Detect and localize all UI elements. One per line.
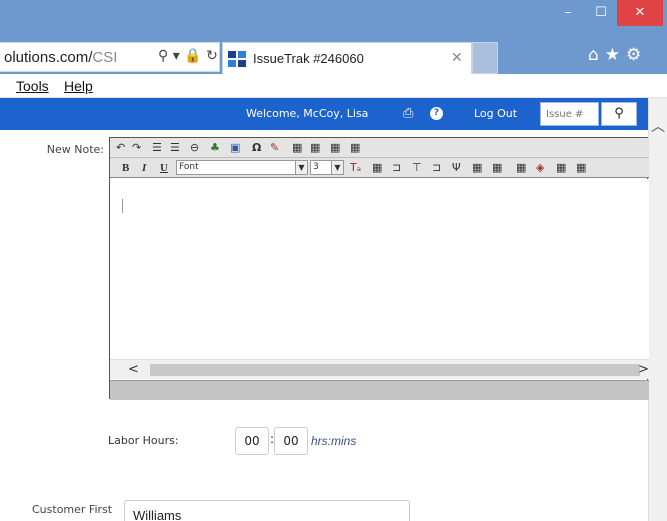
form-icon[interactable]: ▦ — [472, 161, 482, 175]
address-bar[interactable]: olutions.com/CSI ⚲ ▾ 🔒 ↻ — [0, 42, 220, 72]
text-caret — [122, 199, 123, 213]
scroll-up-icon[interactable]: ︿ — [651, 116, 665, 136]
editor-toolbar-row1: ↶ ↷ ☰ ☰ ⊖ ♣ ▣ Ω ✎ ▦ ▦ ▦ ▦ — [110, 138, 649, 158]
minimize-button[interactable]: – — [553, 0, 583, 26]
scroll-right-icon[interactable]: > — [638, 362, 649, 377]
close-window-button[interactable]: ✕ — [617, 0, 663, 26]
browser-nav-icons[interactable]: ⌂★⚙ — [588, 45, 647, 65]
anchor-icon[interactable]: ♣ — [210, 141, 220, 155]
hrs-mins-hint: hrs:mins — [311, 434, 357, 448]
editor-toolbar-row2: B I U Font ▼ 3 ▼ Tₐ ▦ ⊐ ⊤ ⊐ Ψ ▦ ▦ ▦ ◈ ▦ ▦ — [110, 158, 649, 178]
unordered-list-icon[interactable]: ☰ — [170, 141, 180, 155]
issuetrak-logo-icon — [228, 51, 246, 67]
delete-cell-icon[interactable]: Ψ — [452, 161, 461, 175]
minutes-input[interactable]: 00 — [274, 427, 308, 455]
logout-link[interactable]: Log Out — [474, 107, 517, 120]
table-grid-icon[interactable]: ▦ — [372, 161, 382, 175]
scroll-left-icon[interactable]: < — [128, 362, 139, 377]
address-tab-row: olutions.com/CSI ⚲ ▾ 🔒 ↻ IssueTrak #2460… — [0, 40, 667, 74]
address-url[interactable]: olutions.com/CSI — [4, 49, 117, 66]
merge-cells-icon[interactable]: ⊐ — [392, 161, 401, 175]
italic-button[interactable]: I — [142, 161, 146, 175]
tab-title: IssueTrak #246060 — [253, 51, 364, 66]
properties-icon[interactable]: ▦ — [516, 161, 526, 175]
field-icon[interactable]: ▦ — [492, 161, 502, 175]
menu-tools[interactable]: Tools — [16, 78, 49, 94]
insert-col-icon[interactable]: ▦ — [350, 141, 360, 155]
table-col-icon[interactable]: ▦ — [576, 161, 586, 175]
editor-footer — [110, 380, 649, 400]
browser-tab[interactable]: IssueTrak #246060 ✕ — [222, 42, 472, 74]
menu-help[interactable]: Help — [64, 78, 93, 94]
issue-number-input[interactable] — [540, 102, 599, 126]
chevron-down-icon: ▼ — [331, 161, 343, 174]
bold-button[interactable]: B — [122, 161, 129, 175]
issue-search-button[interactable]: ⚲ — [601, 102, 637, 126]
rich-text-editor[interactable]: ↶ ↷ ☰ ☰ ⊖ ♣ ▣ Ω ✎ ▦ ▦ ▦ ▦ B I U Font ▼ 3 ▼… — [109, 137, 649, 400]
image-icon[interactable]: ▣ — [230, 141, 240, 155]
undo-icon[interactable]: ↶ — [116, 141, 125, 155]
text-color-icon[interactable]: Tₐ — [350, 161, 361, 175]
size-select[interactable]: 3 ▼ — [310, 160, 344, 175]
customer-first-label: Customer First — [32, 503, 113, 516]
new-note-label: New Note: — [46, 143, 104, 156]
welcome-text: Welcome, McCoy, Lisa — [246, 107, 369, 120]
table-row-icon[interactable]: ▦ — [556, 161, 566, 175]
special-char-icon[interactable]: Ω — [252, 141, 261, 155]
font-select[interactable]: Font ▼ — [176, 160, 308, 175]
split-cells-icon[interactable]: ⊤ — [412, 161, 422, 175]
chevron-down-icon: ▼ — [295, 161, 307, 174]
link-icon[interactable]: ⊖ — [190, 141, 199, 155]
spellcheck-icon[interactable]: ✎ — [270, 141, 279, 155]
tab-close-icon[interactable]: ✕ — [451, 50, 463, 66]
labor-hours-label: Labor Hours: — [108, 434, 179, 447]
help-icon[interactable]: ? — [430, 107, 443, 120]
hours-input[interactable]: 00 — [235, 427, 269, 455]
table-icon[interactable]: ▦ — [292, 141, 302, 155]
page-vertical-scrollbar[interactable]: ︿ — [648, 98, 667, 521]
scroll-thumb[interactable] — [150, 364, 640, 376]
maximize-button[interactable]: ☐ — [586, 0, 616, 26]
window-title-bar: – ☐ ✕ — [0, 0, 667, 40]
underline-button[interactable]: U — [160, 161, 168, 175]
browser-window: – ☐ ✕ olutions.com/CSI ⚲ ▾ 🔒 ↻ IssueTrak… — [0, 0, 667, 521]
redo-icon[interactable]: ↷ — [132, 141, 141, 155]
print-icon[interactable]: ⎙ — [403, 106, 413, 121]
ordered-list-icon[interactable]: ☰ — [152, 141, 162, 155]
insert-row-icon[interactable]: ▦ — [330, 141, 340, 155]
address-bar-icons[interactable]: ⚲ ▾ 🔒 ↻ — [158, 48, 218, 64]
search-icon: ⚲ — [614, 106, 624, 121]
new-tab-button[interactable] — [472, 42, 498, 74]
app-header: Welcome, McCoy, Lisa ⎙ ? Log Out ⚲ — [0, 98, 648, 130]
insert-cell-icon[interactable]: ⊐ — [432, 161, 441, 175]
menu-bar: Tools Help — [0, 74, 667, 98]
note-text-area[interactable] — [110, 179, 649, 359]
editor-horizontal-scrollbar[interactable]: < > — [110, 359, 649, 379]
table-props-icon[interactable]: ▦ — [310, 141, 320, 155]
clean-icon[interactable]: ◈ — [536, 161, 544, 175]
customer-first-input[interactable]: Williams — [124, 500, 410, 521]
